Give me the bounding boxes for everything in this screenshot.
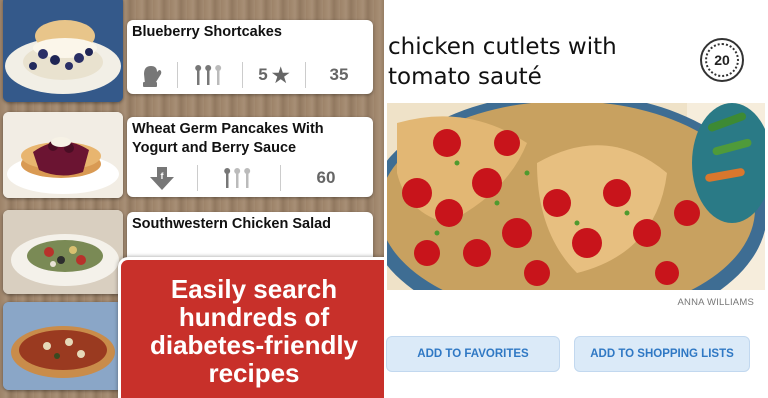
recipe-title: Blueberry Shortcakes [132, 24, 282, 40]
calorie-count: 60 [280, 165, 371, 191]
utensils-icon [197, 165, 280, 191]
servings-count: 5 [258, 65, 268, 84]
recipe-card[interactable]: Wheat Germ Pancakes With Yogurt and Berr… [127, 117, 373, 197]
recipe-thumbnail[interactable] [3, 302, 123, 390]
recipe-detail-panel: chicken cutlets with tomato sauté 20 ANN… [384, 0, 768, 398]
recipe-row[interactable]: Wheat Germ Pancakes With Yogurt and Berr… [0, 110, 384, 202]
promo-banner: Easily search hundreds of diabetes-frien… [118, 257, 384, 398]
cook-time-badge: 20 [700, 38, 744, 82]
servings-rating: 5 ★ [242, 62, 305, 88]
recipe-detail-title: chicken cutlets with tomato sauté [388, 34, 617, 90]
salad-photo [3, 210, 123, 294]
recipe-row[interactable]: Blueberry Shortcakes 5 ★ 35 [0, 0, 384, 104]
calorie-count: 35 [305, 62, 372, 88]
add-to-shopping-lists-button[interactable]: ADD TO SHOPPING LISTS [574, 336, 750, 372]
recipe-thumbnail[interactable] [3, 210, 123, 294]
recipe-thumbnail[interactable] [3, 0, 123, 102]
shortcake-photo [3, 0, 123, 102]
recipe-title: Southwestern Chicken Salad [132, 216, 332, 232]
recipe-photo [387, 103, 765, 290]
add-to-favorites-button[interactable]: ADD TO FAVORITES [386, 336, 560, 372]
cook-time-value: 20 [714, 52, 730, 68]
utensils-icon [177, 62, 242, 88]
recipe-title: Wheat Germ Pancakes With Yogurt and Berr… [132, 121, 324, 156]
chicken-cutlets-photo [387, 103, 765, 290]
pancakes-photo [3, 112, 123, 198]
recipe-card[interactable]: Blueberry Shortcakes 5 ★ 35 [127, 20, 373, 94]
pizza-photo [3, 302, 123, 390]
oven-mitt-icon [127, 62, 177, 88]
download-icon[interactable]: f [127, 165, 197, 191]
photo-credit: ANNA WILLIAMS [677, 297, 754, 308]
recipe-list-panel: Blueberry Shortcakes 5 ★ 35 Wheat Germ P… [0, 0, 384, 398]
star-icon: ★ [271, 64, 290, 87]
promo-text: Easily search hundreds of diabetes-frien… [149, 273, 359, 388]
recipe-thumbnail[interactable] [3, 112, 123, 198]
